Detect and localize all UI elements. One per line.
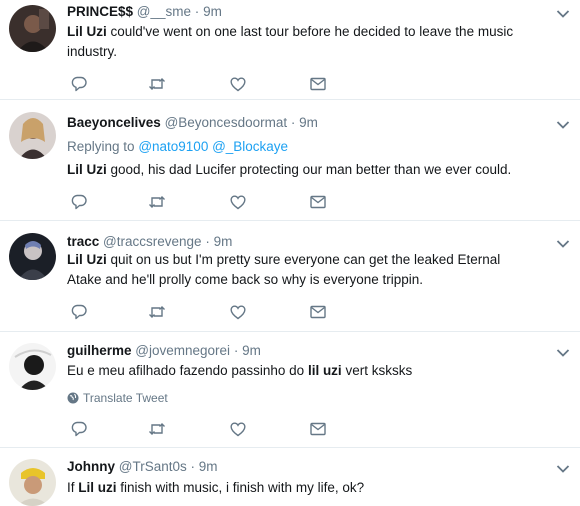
- reply-icon[interactable]: [70, 303, 88, 321]
- tweet-body: quit on us but I'm pretty sure everyone …: [67, 252, 501, 287]
- timestamp[interactable]: 9m: [299, 115, 318, 130]
- heart-icon[interactable]: [229, 75, 247, 93]
- avatar[interactable]: [9, 5, 56, 52]
- tweet-header: tracc @traccsrevenge · 9m: [67, 234, 232, 249]
- envelope-icon[interactable]: [309, 420, 327, 438]
- avatar[interactable]: [9, 343, 56, 390]
- tweet-actions: [70, 75, 340, 93]
- separator-dot: ·: [205, 234, 210, 249]
- tweet-body: finish with music, i finish with my life…: [116, 480, 365, 495]
- mention-text: Lil Uzi: [67, 162, 107, 177]
- tweet-body-pre: If: [67, 480, 79, 495]
- tweet-text: If Lil uzi finish with music, i finish w…: [67, 478, 537, 498]
- mention-text: Lil uzi: [78, 480, 117, 495]
- heart-icon[interactable]: [229, 420, 247, 438]
- tweet[interactable]: PRINCE$$ @__sme · 9m Lil Uzi could've we…: [0, 0, 580, 100]
- separator-dot: ·: [233, 343, 239, 358]
- timestamp[interactable]: 9m: [203, 4, 222, 19]
- user-handle[interactable]: @Beyoncesdoormat: [165, 115, 288, 130]
- envelope-icon[interactable]: [309, 75, 327, 93]
- avatar[interactable]: [9, 233, 56, 280]
- envelope-icon[interactable]: [309, 193, 327, 211]
- tweet-text: Lil Uzi quit on us but I'm pretty sure e…: [67, 250, 537, 290]
- mention-text: Lil Uzi: [67, 252, 107, 267]
- retweet-icon[interactable]: [148, 75, 166, 93]
- tweet-text: Lil Uzi could've went on one last tour b…: [67, 22, 537, 62]
- tweet-actions: [70, 193, 340, 211]
- globe-icon: [67, 392, 79, 404]
- chevron-down-icon[interactable]: [556, 120, 570, 130]
- user-handle[interactable]: @jovemnegorei: [135, 343, 230, 358]
- tweet-body-pre: Eu e meu afilhado fazendo passinho do: [67, 363, 308, 378]
- timestamp[interactable]: 9m: [214, 234, 233, 249]
- heart-icon[interactable]: [229, 303, 247, 321]
- tweet[interactable]: Baeyoncelives @Beyoncesdoormat · 9m Repl…: [0, 100, 580, 221]
- separator-dot: ·: [290, 115, 296, 130]
- tweet-header: Baeyoncelives @Beyoncesdoormat · 9m: [67, 115, 318, 130]
- retweet-icon[interactable]: [148, 193, 166, 211]
- user-name[interactable]: PRINCE$$: [67, 4, 133, 19]
- avatar[interactable]: [9, 459, 56, 506]
- tweet-header: Johnny @TrSant0s · 9m: [67, 459, 218, 474]
- user-name[interactable]: Johnny: [67, 459, 115, 474]
- user-handle[interactable]: @__sme: [137, 4, 191, 19]
- envelope-icon[interactable]: [309, 303, 327, 321]
- replying-to-label: Replying to: [67, 139, 135, 154]
- reply-icon[interactable]: [70, 193, 88, 211]
- user-handle[interactable]: @traccsrevenge: [103, 234, 202, 249]
- tweet-actions: [70, 303, 340, 321]
- retweet-icon[interactable]: [148, 303, 166, 321]
- timestamp[interactable]: 9m: [199, 459, 218, 474]
- tweet[interactable]: Johnny @TrSant0s · 9m If Lil uzi finish …: [0, 448, 580, 506]
- separator-dot: ·: [190, 459, 196, 474]
- chevron-down-icon[interactable]: [556, 239, 570, 249]
- tweet-header: guilherme @jovemnegorei · 9m: [67, 343, 261, 358]
- mention-text: lil uzi: [307, 363, 342, 378]
- chevron-down-icon[interactable]: [556, 348, 570, 358]
- timestamp[interactable]: 9m: [242, 343, 261, 358]
- reply-icon[interactable]: [70, 420, 88, 438]
- avatar[interactable]: [9, 112, 56, 159]
- retweet-icon[interactable]: [148, 420, 166, 438]
- tweet-body: could've went on one last tour before he…: [67, 24, 514, 59]
- chevron-down-icon[interactable]: [556, 464, 570, 474]
- replying-to-users[interactable]: @nato9100 @_Blockaye: [138, 139, 288, 154]
- tweet-body: good, his dad Lucifer protecting our man…: [106, 162, 512, 177]
- user-name[interactable]: guilherme: [67, 343, 132, 358]
- translate-tweet[interactable]: Translate Tweet: [67, 391, 168, 405]
- tweet-text: Eu e meu afilhado fazendo passinho do li…: [67, 361, 537, 381]
- chevron-down-icon[interactable]: [556, 9, 570, 19]
- separator-dot: ·: [194, 4, 200, 19]
- mention-text: Lil Uzi: [67, 24, 107, 39]
- user-handle[interactable]: @TrSant0s: [119, 459, 187, 474]
- reply-icon[interactable]: [70, 75, 88, 93]
- tweet-body: vert ksksks: [341, 363, 413, 378]
- tweet-actions: [70, 420, 340, 438]
- user-name[interactable]: tracc: [67, 234, 99, 249]
- tweet-header: PRINCE$$ @__sme · 9m: [67, 4, 222, 19]
- replying-to: Replying to @nato9100 @_Blockaye: [67, 139, 288, 154]
- heart-icon[interactable]: [229, 193, 247, 211]
- user-name[interactable]: Baeyoncelives: [67, 115, 161, 130]
- translate-label[interactable]: Translate Tweet: [83, 391, 168, 405]
- tweet[interactable]: tracc @traccsrevenge · 9m Lil Uzi quit o…: [0, 221, 580, 332]
- tweet-text: Lil Uzi good, his dad Lucifer protecting…: [67, 160, 537, 180]
- tweet[interactable]: guilherme @jovemnegorei · 9m Eu e meu af…: [0, 332, 580, 448]
